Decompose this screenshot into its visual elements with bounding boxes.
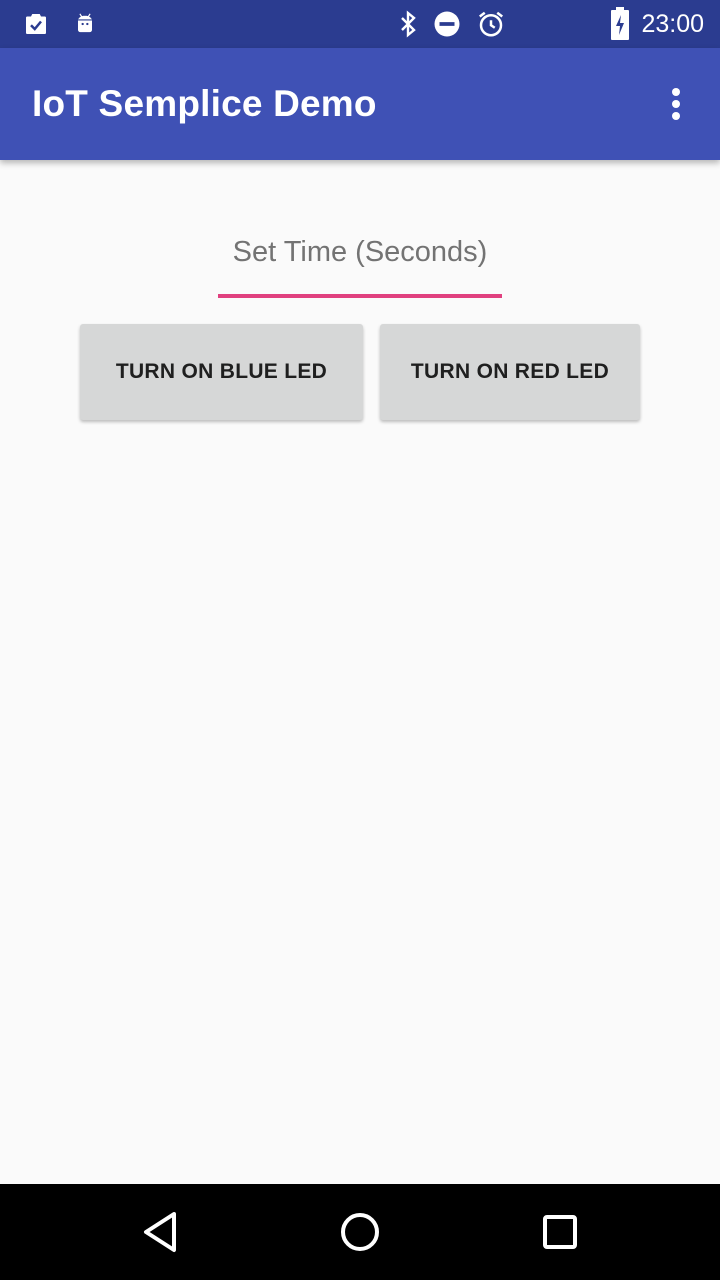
android-icon [70, 8, 100, 40]
clipboard-check-icon [20, 8, 52, 40]
status-bar: 23:00 [0, 0, 720, 48]
app-title: IoT Semplice Demo [32, 83, 377, 124]
turn-on-blue-led-button[interactable]: TURN ON BLUE LED [80, 324, 363, 420]
time-input-container [218, 222, 502, 298]
input-underline [218, 294, 502, 298]
alarm-icon [475, 8, 507, 40]
do-not-disturb-icon [431, 8, 463, 40]
set-time-input[interactable] [218, 222, 502, 282]
battery-charging-icon [606, 7, 634, 40]
recents-icon[interactable] [528, 1200, 592, 1264]
more-vert-icon[interactable] [652, 80, 700, 128]
back-icon[interactable] [128, 1200, 192, 1264]
app-bar: IoT Semplice Demo [0, 48, 720, 160]
bluetooth-icon [395, 8, 421, 40]
nav-bar [0, 1184, 720, 1280]
home-icon[interactable] [328, 1200, 392, 1264]
status-time: 23:00 [641, 10, 704, 38]
turn-on-red-led-button[interactable]: TURN ON RED LED [380, 324, 640, 420]
